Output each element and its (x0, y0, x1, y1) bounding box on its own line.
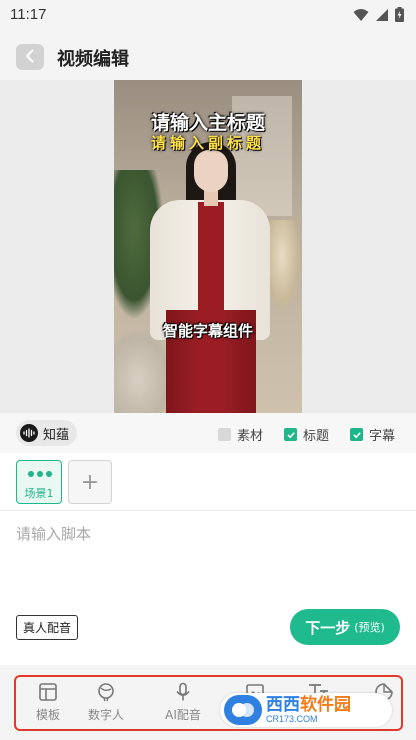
template-icon (37, 681, 59, 703)
page-title: 视频编辑 (57, 49, 129, 70)
wifi-icon (353, 7, 369, 26)
digital-human-icon (95, 681, 117, 703)
tool-template[interactable]: 模板 (20, 681, 76, 729)
checkbox-unchecked-icon (218, 428, 231, 441)
real-voice-button[interactable]: 真人配音 (16, 615, 79, 640)
video-preview-area: 请输入主标题 请输入副标题 智能字幕组件 (0, 80, 416, 413)
next-step-label: 下一步 (305, 618, 351, 637)
tool-label: 数字人 (87, 708, 124, 722)
checkbox-label: 字幕 (369, 429, 396, 444)
scene-label: 场景1 (24, 487, 54, 500)
bottom-bar: 模板 数字人 AI配音 背 (0, 665, 416, 740)
presenter-dress (198, 202, 224, 413)
microphone-icon (172, 681, 194, 703)
next-step-sublabel: (预览) (354, 621, 385, 634)
signal-icon (375, 7, 389, 26)
voice-selector[interactable]: 知蕴 (16, 420, 78, 446)
scene-dots-icon (28, 471, 52, 477)
script-input[interactable] (16, 522, 400, 546)
presenter-face (194, 150, 228, 192)
plus-icon: + (80, 469, 100, 495)
checkbox-material[interactable]: 素材 (218, 425, 263, 444)
options-row: 知蕴 素材 标题 字幕 (0, 413, 416, 453)
video-caption[interactable]: 智能字幕组件 (114, 320, 302, 341)
status-icons (353, 7, 404, 26)
tool-ai-voice[interactable]: AI配音 (155, 681, 211, 729)
checkbox-title[interactable]: 标题 (284, 425, 329, 444)
tool-label: 模板 (35, 708, 60, 722)
video-main-title[interactable]: 请输入主标题 (114, 108, 302, 135)
site-watermark: 西西软件园 CR173.COM (220, 693, 392, 727)
watermark-logo-icon (224, 695, 262, 725)
scene-row: 场景1 + (0, 453, 416, 511)
back-button[interactable] (16, 44, 44, 70)
add-scene-button[interactable]: + (68, 460, 112, 504)
checkbox-checked-icon (350, 428, 363, 441)
voice-name: 知蕴 (43, 427, 70, 443)
checkbox-checked-icon (284, 428, 297, 441)
status-bar: 11:17 (0, 0, 416, 32)
video-sub-title[interactable]: 请输入副标题 (114, 132, 302, 153)
app-bar: 视频编辑 (0, 32, 416, 80)
next-step-button[interactable]: 下一步 (预览) (290, 609, 400, 645)
watermark-brand: 西西软件园 (266, 695, 351, 715)
checkbox-label: 标题 (303, 429, 330, 444)
scene-card-1[interactable]: 场景1 (16, 460, 62, 504)
status-time: 11:17 (10, 6, 47, 23)
background-sofa (114, 330, 174, 413)
checkbox-label: 素材 (237, 429, 264, 444)
tool-label: AI配音 (165, 708, 201, 722)
watermark-domain: CR173.COM (266, 714, 318, 724)
checkbox-subtitle[interactable]: 字幕 (350, 425, 395, 444)
watermark-text: 西西软件园 CR173.COM (266, 696, 351, 724)
voice-wave-icon (20, 424, 38, 442)
video-frame[interactable]: 请输入主标题 请输入副标题 智能字幕组件 (114, 80, 302, 413)
battery-icon (395, 7, 404, 26)
tool-digital-human[interactable]: 数字人 (78, 681, 134, 729)
chevron-left-icon (25, 48, 35, 67)
